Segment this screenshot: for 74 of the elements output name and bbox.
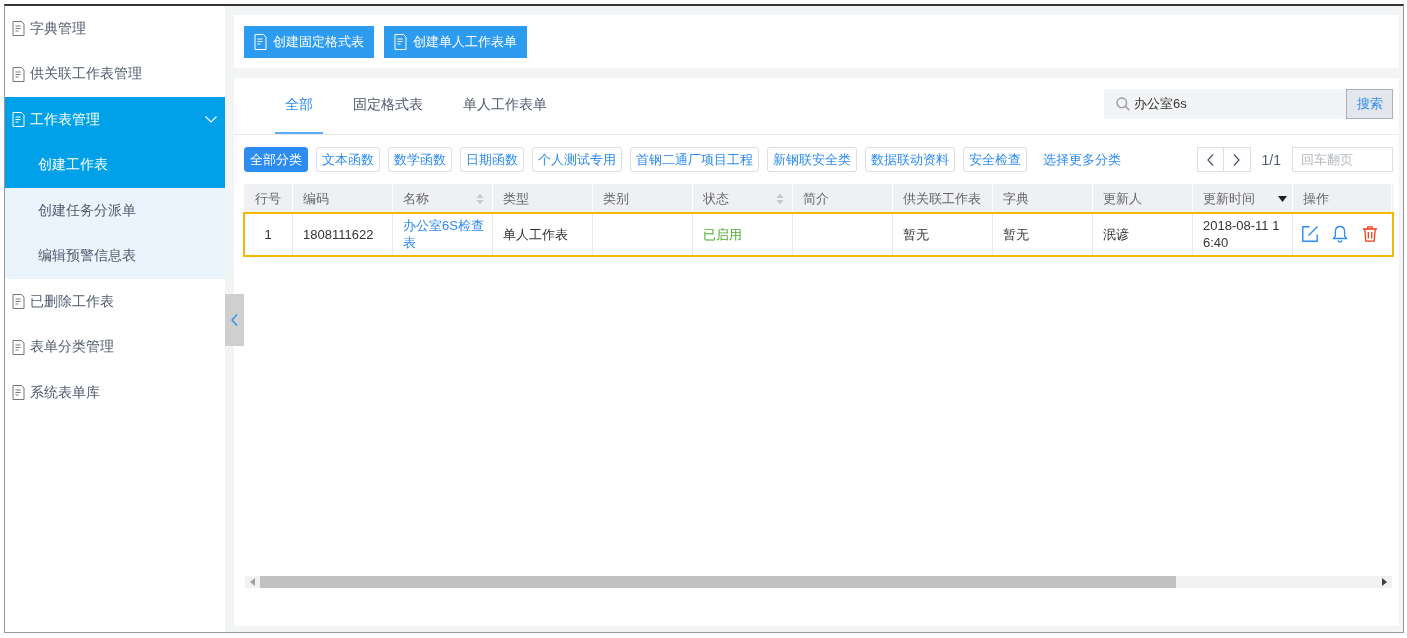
edit-icon[interactable] [1301,225,1319,243]
category-chip[interactable]: 全部分类 [244,147,308,172]
column-header: 字典 [1003,189,1029,208]
bell-icon[interactable] [1331,225,1349,243]
category-chip[interactable]: 新钢联安全类 [767,147,857,172]
search-button[interactable]: 搜索 [1346,89,1393,119]
column-header: 编码 [303,189,329,208]
column-header: 供关联工作表 [903,189,981,208]
table-cell: 1 [244,213,293,255]
table-cell: 单人工作表 [493,213,593,255]
status-cell: 已启用 [693,213,793,255]
document-icon [12,339,25,355]
chevron-right-icon [1233,153,1241,166]
sidebar-item[interactable]: 供关联工作表管理 [5,51,225,97]
search-field[interactable]: 办公室6s [1104,89,1346,119]
sidebar-item[interactable]: 字典管理 [5,6,225,52]
column-header: 更新时间 [1203,189,1255,208]
column-header: 类型 [503,189,529,208]
document-icon [394,33,407,50]
category-chip[interactable]: 首钢二通厂项目工程 [630,147,759,172]
chevron-down-icon[interactable] [205,116,217,124]
page-jump-field[interactable]: 回车翻页 [1292,147,1393,172]
tab[interactable]: 全部 [275,78,323,134]
tab[interactable]: 单人工作表单 [453,78,557,134]
document-icon [12,385,25,401]
column-header: 操作 [1303,189,1329,208]
next-page-button[interactable] [1223,147,1251,172]
column-header: 状态 [703,189,729,208]
submenu-item[interactable]: 创建工作表 [5,142,225,188]
more-categories-link[interactable]: 选择更多分类 [1043,150,1121,169]
trash-icon[interactable] [1361,225,1379,243]
document-icon [12,112,25,128]
scrollbar-thumb[interactable] [260,576,1176,588]
column-header: 更新人 [1103,189,1142,208]
horizontal-scrollbar[interactable] [245,576,1392,588]
table-cell: 暂无 [993,213,1093,255]
column-header: 行号 [255,189,281,208]
sidebar-item[interactable]: 工作表管理 [5,97,225,143]
document-icon [254,33,267,50]
table-cell: 2018-08-11 16:40 [1193,213,1293,255]
previous-page-button[interactable] [1196,147,1224,172]
sidebar-item[interactable]: 表单分类管理 [5,324,225,370]
collapse-handle[interactable] [225,294,244,346]
create-button[interactable]: 创建单人工作表单 [384,25,527,58]
category-chip[interactable]: 文本函数 [316,147,380,172]
category-chip[interactable]: 数据联动资料 [865,147,955,172]
sidebar-item[interactable]: 已删除工作表 [5,279,225,325]
chevron-left-icon [1206,153,1214,166]
table-cell: 泯谚 [1093,213,1193,255]
category-chip[interactable]: 数学函数 [388,147,452,172]
column-header: 名称 [403,189,429,208]
sort-descending-icon[interactable] [1278,195,1287,202]
tab[interactable]: 固定格式表 [343,78,433,134]
submenu-item[interactable]: 创建任务分派单 [5,188,225,234]
sheet-name-link[interactable]: 办公室6S检查表 [403,217,484,251]
table-cell: 暂无 [893,213,993,255]
column-header: 类别 [603,189,629,208]
submenu-item[interactable]: 编辑预警信息表 [5,233,225,279]
sidebar-item[interactable]: 系统表单库 [5,370,225,416]
document-icon [12,21,25,37]
category-chip[interactable]: 日期函数 [460,147,524,172]
table-cell: 1808111622 [293,213,393,255]
category-chip[interactable]: 安全检查 [963,147,1027,172]
category-chip[interactable]: 个人测试专用 [532,147,622,172]
chevron-left-icon [231,314,238,326]
document-icon [12,294,25,310]
table-row[interactable]: 1 1808111622 办公室6S检查表 单人工作表 已启用 暂无 暂无 泯谚 2018-08-11 16:40 [244,213,1393,256]
column-header: 简介 [803,189,829,208]
page-indicator: 1/1 [1261,151,1281,168]
create-button[interactable]: 创建固定格式表 [244,25,374,58]
arrow-right-icon[interactable] [1382,578,1387,586]
arrow-left-icon[interactable] [250,578,255,586]
document-icon [12,66,25,82]
search-icon [1116,97,1130,111]
